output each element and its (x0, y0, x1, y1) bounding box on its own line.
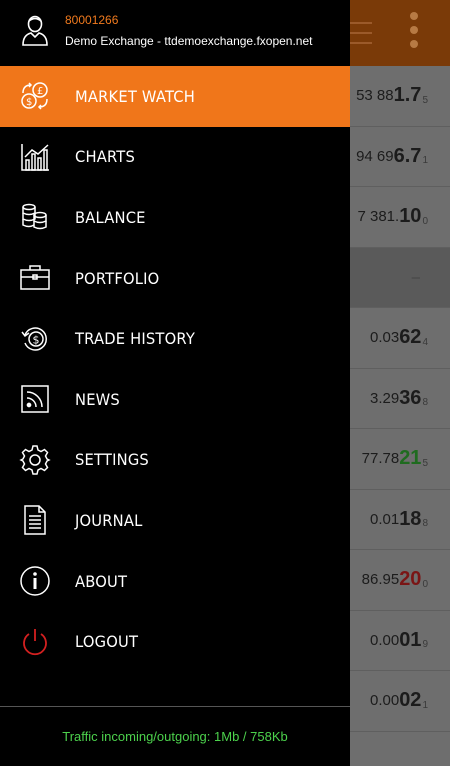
quote-sup: 0 (422, 578, 428, 590)
menu-label: TRADE HISTORY (75, 329, 196, 349)
menu-item-journal[interactable]: JOURNAL (0, 490, 350, 551)
quote-sup: 1 (422, 699, 428, 711)
quote-row[interactable]: 86.95 20 0 (350, 550, 450, 611)
quote-section-header: – (350, 247, 450, 308)
quote-prefix: 77.78 (361, 450, 400, 468)
menu-item-trade-history[interactable]: $ TRADE HISTORY (0, 308, 350, 369)
rss-icon (18, 382, 52, 416)
gear-icon (18, 443, 52, 477)
more-options-icon[interactable] (410, 12, 420, 54)
quote-row[interactable]: 0.00 02 1 (350, 671, 450, 732)
menu-label: SETTINGS (75, 450, 149, 470)
quote-big: 21 (399, 447, 422, 470)
chart-icon (18, 140, 52, 174)
quote-big: 36 (399, 386, 422, 409)
quote-prefix: 0.00 (369, 631, 400, 649)
quote-big: 20 (399, 568, 422, 591)
quote-row[interactable]: 94 69 6.7 1 (350, 127, 450, 187)
navigation-drawer: 80001266 Demo Exchange - ttdemoexchange.… (0, 0, 350, 766)
drawer-menu: £ $ MARKET WATCH CHARTS BALANCE PORTFOLI… (0, 66, 350, 672)
account-server: Demo Exchange - ttdemoexchange.fxopen.ne… (65, 34, 313, 48)
quote-sup: 0 (422, 215, 428, 227)
quote-row[interactable]: 77.78 21 5 (350, 429, 450, 490)
briefcase-icon (18, 261, 52, 295)
account-header[interactable]: 80001266 Demo Exchange - ttdemoexchange.… (0, 0, 350, 66)
quote-sup: 5 (422, 94, 428, 106)
quote-sup: 8 (422, 518, 428, 529)
section-collapse-indicator[interactable]: – (412, 269, 420, 286)
menu-label: MARKET WATCH (75, 86, 195, 106)
quote-prefix: 0.03 (369, 329, 400, 347)
menu-item-settings[interactable]: SETTINGS (0, 430, 350, 491)
svg-text:£: £ (37, 86, 43, 97)
quote-sup: 5 (422, 457, 428, 469)
quote-row[interactable]: 0.00 01 9 (350, 611, 450, 671)
power-icon (18, 625, 52, 659)
menu-label: CHARTS (75, 147, 136, 167)
info-icon (18, 564, 52, 598)
quote-sup: 4 (422, 336, 428, 348)
quote-row[interactable]: 0.01 18 8 (350, 490, 450, 550)
menu-icon[interactable] (350, 14, 372, 50)
svg-text:$: $ (33, 333, 40, 346)
quote-big: 1.7 (393, 84, 422, 107)
svg-text:$: $ (26, 97, 32, 108)
menu-item-about[interactable]: ABOUT (0, 551, 350, 612)
menu-item-news[interactable]: NEWS (0, 369, 350, 430)
menu-label: JOURNAL (75, 510, 143, 530)
footer-divider (0, 706, 350, 707)
menu-item-logout[interactable]: LOGOUT (0, 611, 350, 672)
quote-prefix: 53 88 (356, 87, 394, 105)
quote-prefix: 94 69 (356, 147, 394, 165)
document-icon (18, 503, 52, 537)
menu-label: BALANCE (75, 207, 146, 227)
quote-sup: 1 (422, 155, 428, 166)
menu-item-market-watch[interactable]: £ $ MARKET WATCH (0, 66, 350, 127)
menu-item-balance[interactable]: BALANCE (0, 187, 350, 248)
user-avatar-icon (20, 14, 50, 46)
quote-prefix: 0.01 (369, 510, 400, 528)
quote-row[interactable]: 3.29 36 8 (350, 369, 450, 429)
menu-label: ABOUT (75, 571, 128, 591)
quote-big: 6.7 (393, 144, 422, 167)
coins-icon (18, 200, 52, 234)
menu-label: LOGOUT (75, 632, 139, 652)
account-id: 80001266 (65, 13, 119, 27)
menu-label: PORTFOLIO (75, 268, 160, 288)
quote-sup: 9 (422, 639, 428, 650)
quote-prefix: 7 381. (357, 208, 400, 226)
history-icon: $ (18, 322, 52, 356)
menu-label: NEWS (75, 389, 120, 409)
quote-big: 10 (399, 205, 422, 228)
quote-big: 62 (399, 326, 422, 349)
quote-row[interactable]: 0.03 62 4 (350, 308, 450, 369)
quote-row[interactable]: 53 88 1.7 5 (350, 66, 450, 127)
menu-item-charts[interactable]: CHARTS (0, 127, 350, 188)
quote-prefix: 86.95 (361, 571, 400, 589)
quote-prefix: 3.29 (369, 389, 400, 407)
quote-row[interactable]: 7 381. 10 0 (350, 187, 450, 248)
menu-item-portfolio[interactable]: PORTFOLIO (0, 248, 350, 309)
quote-big: 18 (399, 507, 422, 530)
quote-prefix: 0.00 (369, 692, 400, 710)
quote-big: 02 (399, 689, 422, 712)
quote-sup: 8 (422, 397, 428, 408)
quote-list: 53 88 1.7 5 94 69 6.7 1 7 381. 10 0 – 0.03 62 4 … (350, 66, 450, 732)
traffic-status: Traffic incoming/outgoing: 1Mb / 758Kb (62, 729, 288, 744)
currency-exchange-icon: £ $ (18, 79, 52, 113)
quote-big: 01 (399, 628, 422, 651)
